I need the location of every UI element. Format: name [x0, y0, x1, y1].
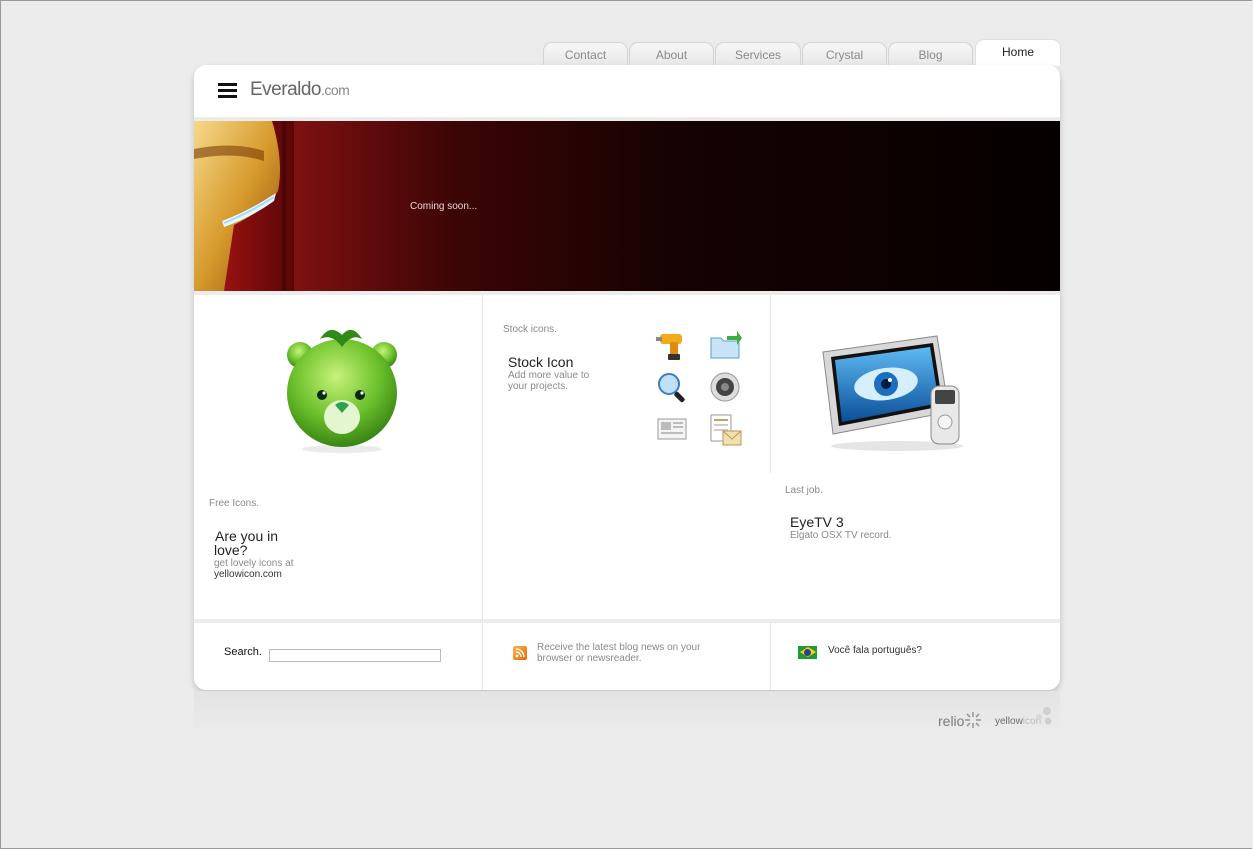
tab-blog[interactable]: Blog: [888, 42, 973, 66]
stock-icon-desc-1: Add more value to: [508, 370, 590, 381]
newspaper-icon[interactable]: [656, 413, 690, 447]
folder-export-icon[interactable]: [709, 328, 743, 362]
tab-contact[interactable]: Contact: [543, 42, 628, 66]
speaker-icon[interactable]: [709, 371, 743, 405]
relio-spark-icon: [965, 712, 981, 728]
green-bear-icon[interactable]: [282, 325, 402, 455]
stock-icon-desc-2: your projects.: [508, 381, 569, 392]
tab-about[interactable]: About: [629, 42, 714, 66]
eyetv-icon[interactable]: [819, 330, 971, 455]
rss-text-2[interactable]: browser or newsreader.: [537, 653, 642, 664]
header: Everaldo.com: [194, 65, 1060, 121]
tab-services[interactable]: Services: [715, 42, 801, 66]
main-card: Everaldo.com Coming soon... Free Icons. …: [194, 65, 1060, 690]
free-icons-title-2: love?: [214, 542, 248, 558]
last-job-column: Last job. EyeTV 3 Elgato OSX TV record.: [771, 295, 1060, 619]
rss-glyph-icon: [515, 648, 525, 658]
banner-text: Coming soon...: [410, 201, 478, 212]
document-mail-icon[interactable]: [709, 413, 743, 447]
column-divider: [770, 623, 771, 690]
search-input[interactable]: [269, 649, 441, 662]
iron-man-mask-icon: [194, 121, 294, 291]
stock-icon-title: Stock Icon: [508, 354, 574, 370]
relio-text: relio: [938, 713, 965, 729]
card-reflection: [194, 691, 1060, 731]
stock-icons-label: Stock icons.: [503, 324, 557, 335]
brazil-flag-icon[interactable]: [798, 646, 817, 659]
free-icons-desc: get lovely icons at: [214, 558, 294, 569]
last-job-title: EyeTV 3: [790, 514, 844, 530]
footer-divider: [194, 619, 1060, 623]
free-icons-label: Free Icons.: [209, 498, 260, 509]
last-job-label: Last job.: [785, 485, 823, 496]
yellowicon-link[interactable]: yellowicon.com: [214, 569, 282, 580]
portuguese-link[interactable]: Você fala português?: [828, 645, 922, 656]
logo-main: Everaldo: [250, 79, 322, 100]
tab-home[interactable]: Home: [975, 39, 1061, 66]
search-magnifier-icon[interactable]: [656, 371, 690, 405]
rss-text-1[interactable]: Receive the latest blog news on your: [537, 642, 700, 653]
yellowicon-text-a: yellow: [995, 716, 1023, 727]
stock-icons-column: Stock icons. Stock Icon Add more value t…: [483, 295, 770, 619]
search-label: Search.: [224, 646, 262, 658]
logo-suffix: .com: [321, 82, 350, 98]
menu-stack-icon: [218, 83, 237, 100]
relio-credit[interactable]: relio: [938, 713, 964, 729]
free-icons-column: Free Icons. Are you in love? get lovely …: [194, 295, 482, 619]
drill-icon[interactable]: [656, 328, 690, 362]
rss-icon[interactable]: [513, 646, 527, 660]
hero-banner: Coming soon...: [194, 121, 1060, 291]
tab-crystal[interactable]: Crystal: [802, 42, 887, 66]
site-logo[interactable]: Everaldo.com: [250, 79, 350, 101]
last-job-desc: Elgato OSX TV record.: [790, 530, 892, 541]
yellowicon-dots-icon: [1036, 707, 1052, 725]
